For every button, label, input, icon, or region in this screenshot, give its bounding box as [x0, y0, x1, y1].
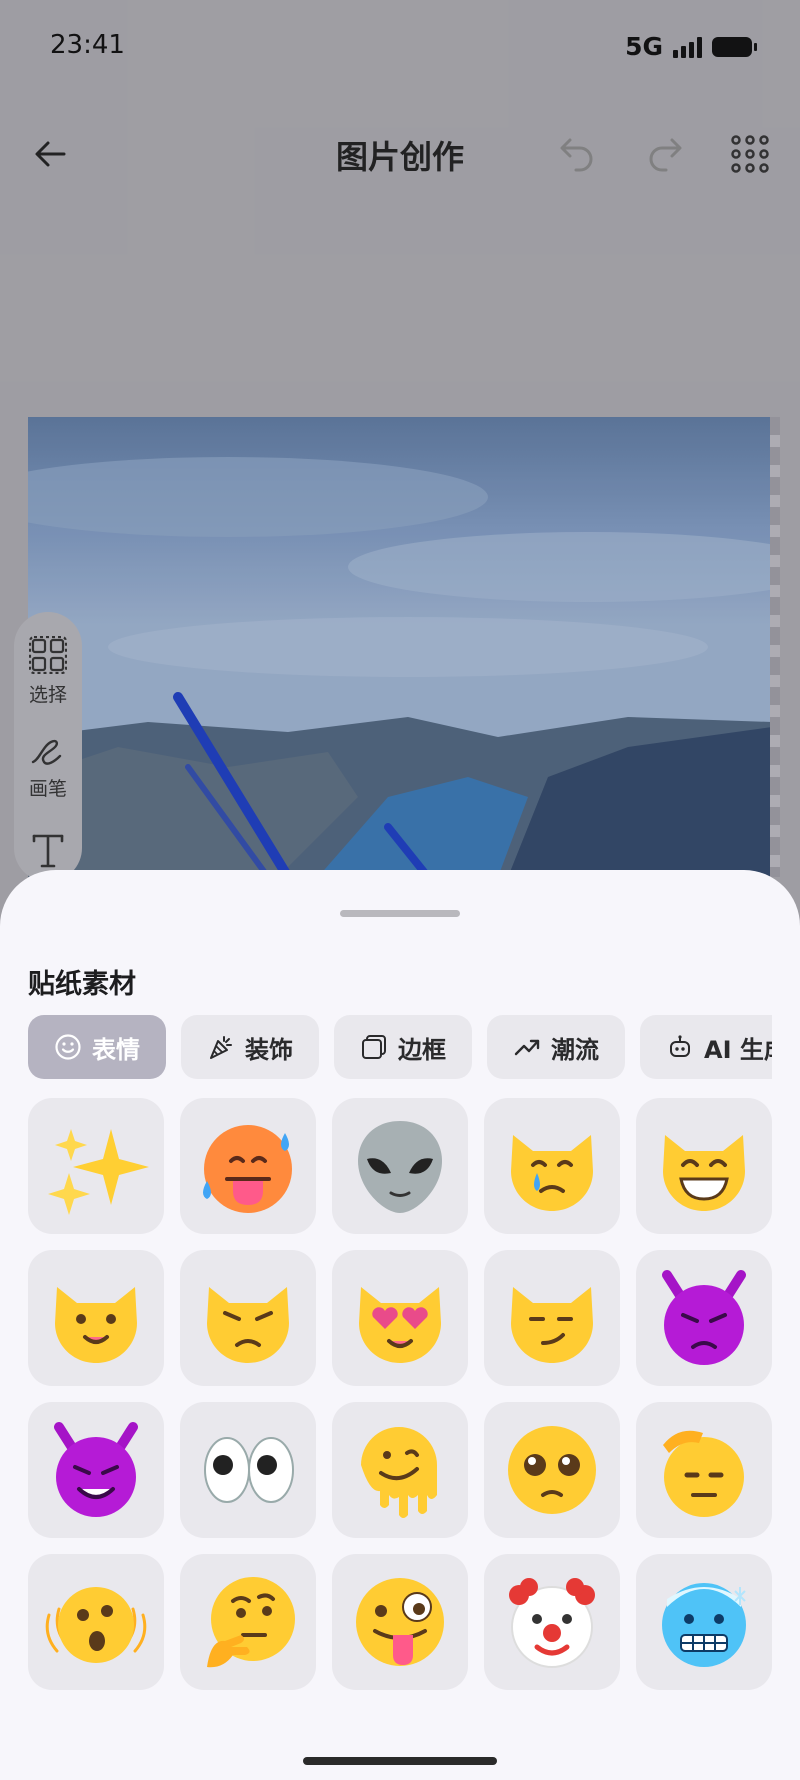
sticker-saluting-face[interactable]: [636, 1402, 772, 1538]
tab-trend-label: 潮流: [551, 1035, 599, 1064]
landscape-photo: [28, 417, 772, 877]
sticker-hot-face[interactable]: [180, 1098, 316, 1234]
tab-frame[interactable]: 边框: [334, 1015, 472, 1079]
redo-icon: [649, 138, 682, 172]
sticker-eyes[interactable]: [180, 1402, 316, 1538]
tool-rail: 选择 画笔: [14, 612, 82, 882]
status-icons: 5G: [625, 32, 757, 61]
canvas-edge: [770, 417, 780, 877]
sticker-smirk-cat[interactable]: [484, 1250, 620, 1386]
sheet-grabber[interactable]: [340, 910, 460, 917]
select-icon: [28, 635, 68, 675]
tool-pen[interactable]: 画笔: [14, 734, 82, 801]
sticker-sparkles[interactable]: [28, 1098, 164, 1234]
status-time: 23:41: [50, 30, 125, 60]
sticker-cold-face[interactable]: [636, 1554, 772, 1690]
more-button[interactable]: [722, 126, 778, 182]
status-bar: 23:41 5G: [0, 0, 800, 95]
sticker-sheet: 贴纸素材 表情 装饰 边框 潮流 AI 生成贴纸: [0, 870, 800, 1780]
sticker-melting-face[interactable]: [332, 1402, 468, 1538]
sticker-pleading-face[interactable]: [484, 1402, 620, 1538]
sticker-heart-eyes-cat[interactable]: [332, 1250, 468, 1386]
robot-icon: [670, 1035, 690, 1057]
undo-button[interactable]: [550, 126, 606, 182]
trend-icon: [514, 1039, 540, 1056]
battery-icon: [712, 36, 757, 57]
sheet-title: 贴纸素材: [28, 969, 136, 1000]
frame-icon: [362, 1035, 386, 1059]
undo-icon: [560, 138, 593, 172]
text-icon: [32, 834, 64, 868]
tab-decoration[interactable]: 装饰: [181, 1015, 319, 1079]
sticker-pouting-cat[interactable]: [180, 1250, 316, 1386]
sticker-zany-face[interactable]: [332, 1554, 468, 1690]
sticker-thinking-face[interactable]: [180, 1554, 316, 1690]
tab-decoration-label: 装饰: [245, 1035, 293, 1064]
signal-icon: [673, 36, 702, 58]
tab-trend[interactable]: 潮流: [487, 1015, 625, 1079]
network-label: 5G: [625, 32, 663, 61]
tool-text[interactable]: [14, 830, 82, 874]
sticker-angry-devil[interactable]: [636, 1250, 772, 1386]
grid-dots-icon: [731, 135, 769, 173]
sticker-crying-cat[interactable]: [484, 1098, 620, 1234]
sticker-shaking-face[interactable]: [28, 1554, 164, 1690]
tool-select-label: 选择: [28, 684, 67, 706]
sticker-grid: [28, 1098, 772, 1690]
tab-frame-label: 边框: [398, 1035, 446, 1064]
top-bar: 图片创作: [0, 110, 800, 200]
tab-ai-sticker-label: AI 生成贴纸: [704, 1035, 772, 1064]
home-indicator[interactable]: [303, 1757, 497, 1765]
sticker-smiling-devil[interactable]: [28, 1402, 164, 1538]
sticker-clown-face[interactable]: [484, 1554, 620, 1690]
confetti-icon: [210, 1036, 232, 1059]
sticker-smiling-cat[interactable]: [28, 1250, 164, 1386]
redo-button[interactable]: [636, 126, 692, 182]
image-canvas[interactable]: [28, 417, 772, 877]
sticker-grinning-cat[interactable]: [636, 1098, 772, 1234]
tool-pen-label: 画笔: [28, 778, 67, 800]
category-tabs: 表情 装饰 边框 潮流 AI 生成贴纸: [28, 1015, 772, 1081]
tab-emoji-label: 表情: [92, 1035, 140, 1064]
tab-emoji[interactable]: 表情: [28, 1015, 166, 1079]
tool-select[interactable]: 选择: [14, 635, 82, 707]
sticker-alien[interactable]: [332, 1098, 468, 1234]
pen-icon: [31, 739, 62, 765]
tab-ai-sticker[interactable]: AI 生成贴纸: [640, 1015, 772, 1079]
smile-icon: [55, 1034, 81, 1060]
